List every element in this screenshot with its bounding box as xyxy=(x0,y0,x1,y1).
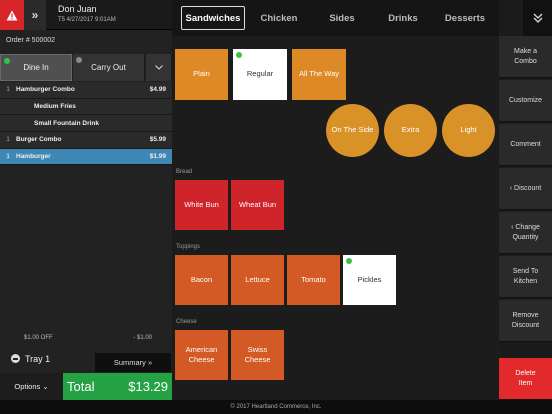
tray-label: Tray 1 xyxy=(25,354,51,364)
summary-button[interactable]: Summary » xyxy=(95,353,171,372)
double-chevron-right-icon: » xyxy=(31,8,39,22)
order-item-row-selected[interactable]: 1 Hamburger $1.99 xyxy=(0,148,172,166)
warning-icon xyxy=(6,10,18,20)
modifier-regular[interactable]: Regular xyxy=(233,49,287,100)
chevron-down-icon xyxy=(154,65,163,70)
comment-button[interactable]: Comment xyxy=(499,124,552,166)
delete-item-button[interactable]: Delete Item xyxy=(499,358,552,400)
category-tabs: Sandwiches Chicken Sides Drinks Desserts xyxy=(172,0,499,36)
modifier-name: Medium Fries xyxy=(34,103,76,111)
dine-in-button[interactable]: Dine In xyxy=(0,54,72,81)
modifier-regular-label: Regular xyxy=(246,69,274,79)
group-label-bread: Bread xyxy=(176,169,193,175)
tab-desserts[interactable]: Desserts xyxy=(438,6,492,30)
total-display[interactable]: Total $13.29 xyxy=(63,373,172,400)
tab-drinks[interactable]: Drinks xyxy=(378,6,428,30)
order-modifier-row[interactable]: Medium Fries xyxy=(0,98,172,116)
order-type-selector: Dine In Carry Out xyxy=(0,54,172,81)
item-qty: 1 xyxy=(6,153,10,161)
user-name: Don Juan xyxy=(58,4,97,14)
alert-button[interactable] xyxy=(0,0,24,30)
item-qty: 1 xyxy=(6,136,10,144)
remove-discount-button[interactable]: Remove Discount xyxy=(499,300,552,342)
selected-indicator-icon xyxy=(346,258,352,264)
customize-button[interactable]: Customize xyxy=(499,80,552,122)
total-value: $13.29 xyxy=(128,379,168,394)
double-chevron-down-icon xyxy=(533,13,542,23)
order-panel: » Don Juan T5 4/27/2017 9:01AM Order # 5… xyxy=(0,0,172,400)
group-label-toppings: Toppings xyxy=(176,244,201,250)
tab-sides[interactable]: Sides xyxy=(317,6,367,30)
make-combo-button[interactable]: Make a Combo xyxy=(499,36,552,78)
group-label-cheese: Cheese xyxy=(176,319,197,325)
item-price: $4.99 xyxy=(149,86,166,94)
bottom-bar: Options ⌄ Total $13.29 xyxy=(0,373,172,400)
modifier-pickles-label: Pickles xyxy=(357,274,382,284)
item-price: $5.99 xyxy=(149,136,166,144)
minus-circle-icon[interactable] xyxy=(11,354,20,363)
modifier-plain[interactable]: Plain xyxy=(175,49,228,100)
modifier-swiss-cheese[interactable]: Swiss Cheese xyxy=(231,330,284,380)
modifier-on-the-side[interactable]: On The Side xyxy=(326,104,379,157)
modifier-bacon[interactable]: Bacon xyxy=(175,255,228,305)
item-name: Burger Combo xyxy=(16,136,62,144)
left-topbar: » Don Juan T5 4/27/2017 9:01AM xyxy=(0,0,172,30)
discount-value: - $1.00 xyxy=(133,335,152,341)
more-tabs-button[interactable] xyxy=(523,0,552,36)
selected-indicator-icon xyxy=(236,52,242,58)
modifier-wheat-bun[interactable]: Wheat Bun xyxy=(231,180,284,230)
selected-indicator-icon xyxy=(4,58,10,64)
discount-button[interactable]: ‹ Discount xyxy=(499,168,552,210)
options-button[interactable]: Options ⌄ xyxy=(0,373,63,400)
action-sidebar: Make a Combo Customize Comment ‹ Discoun… xyxy=(499,36,552,400)
modifier-extra[interactable]: Extra xyxy=(384,104,437,157)
modifier-tomato[interactable]: Tomato xyxy=(287,255,340,305)
expand-button[interactable]: » xyxy=(24,0,46,30)
item-price: $1.99 xyxy=(149,153,166,161)
order-items-list: 1 Hamburger Combo $4.99 Medium Fries Sma… xyxy=(0,82,172,166)
footer-copyright: © 2017 Heartland Commerce, Inc. xyxy=(0,400,552,414)
modifier-lettuce[interactable]: Lettuce xyxy=(231,255,284,305)
item-qty: 1 xyxy=(6,86,10,94)
order-item-row[interactable]: 1 Hamburger Combo $4.99 xyxy=(0,82,172,99)
item-name: Hamburger xyxy=(16,153,51,161)
carry-out-label: Carry Out xyxy=(91,63,126,72)
order-number: Order # 500002 xyxy=(6,37,56,44)
tab-chicken[interactable]: Chicken xyxy=(251,6,307,30)
order-type-dropdown[interactable] xyxy=(146,54,172,81)
modifier-american-cheese[interactable]: American Cheese xyxy=(175,330,228,380)
modifier-pickles[interactable]: Pickles xyxy=(343,255,396,305)
dine-in-label: Dine In xyxy=(23,63,49,72)
modifier-all-the-way[interactable]: All The Way xyxy=(292,49,346,100)
discount-label: $1.00 OFF xyxy=(24,335,53,341)
carry-out-button[interactable]: Carry Out xyxy=(73,54,145,81)
order-item-row[interactable]: 1 Burger Combo $5.99 xyxy=(0,132,172,149)
modifier-white-bun[interactable]: White Bun xyxy=(175,180,228,230)
modifier-light[interactable]: Light xyxy=(442,104,495,157)
modifier-name: Small Fountain Drink xyxy=(34,119,100,127)
tray-row: Tray 1 Summary » xyxy=(0,348,172,372)
total-label: Total xyxy=(67,379,95,394)
discount-row: $1.00 OFF - $1.00 xyxy=(0,333,172,345)
modifier-grid: Plain Regular All The Way On The Side Ex… xyxy=(172,36,499,400)
unselected-indicator-icon xyxy=(76,57,82,63)
tab-sandwiches[interactable]: Sandwiches xyxy=(181,6,245,30)
send-to-kitchen-button[interactable]: Send To Kitchen xyxy=(499,256,552,298)
change-quantity-button[interactable]: ‹ Change Quantity xyxy=(499,212,552,254)
order-modifier-row[interactable]: Small Fountain Drink xyxy=(0,115,172,133)
terminal-timestamp: T5 4/27/2017 9:01AM xyxy=(58,17,116,23)
item-name: Hamburger Combo xyxy=(16,86,75,94)
